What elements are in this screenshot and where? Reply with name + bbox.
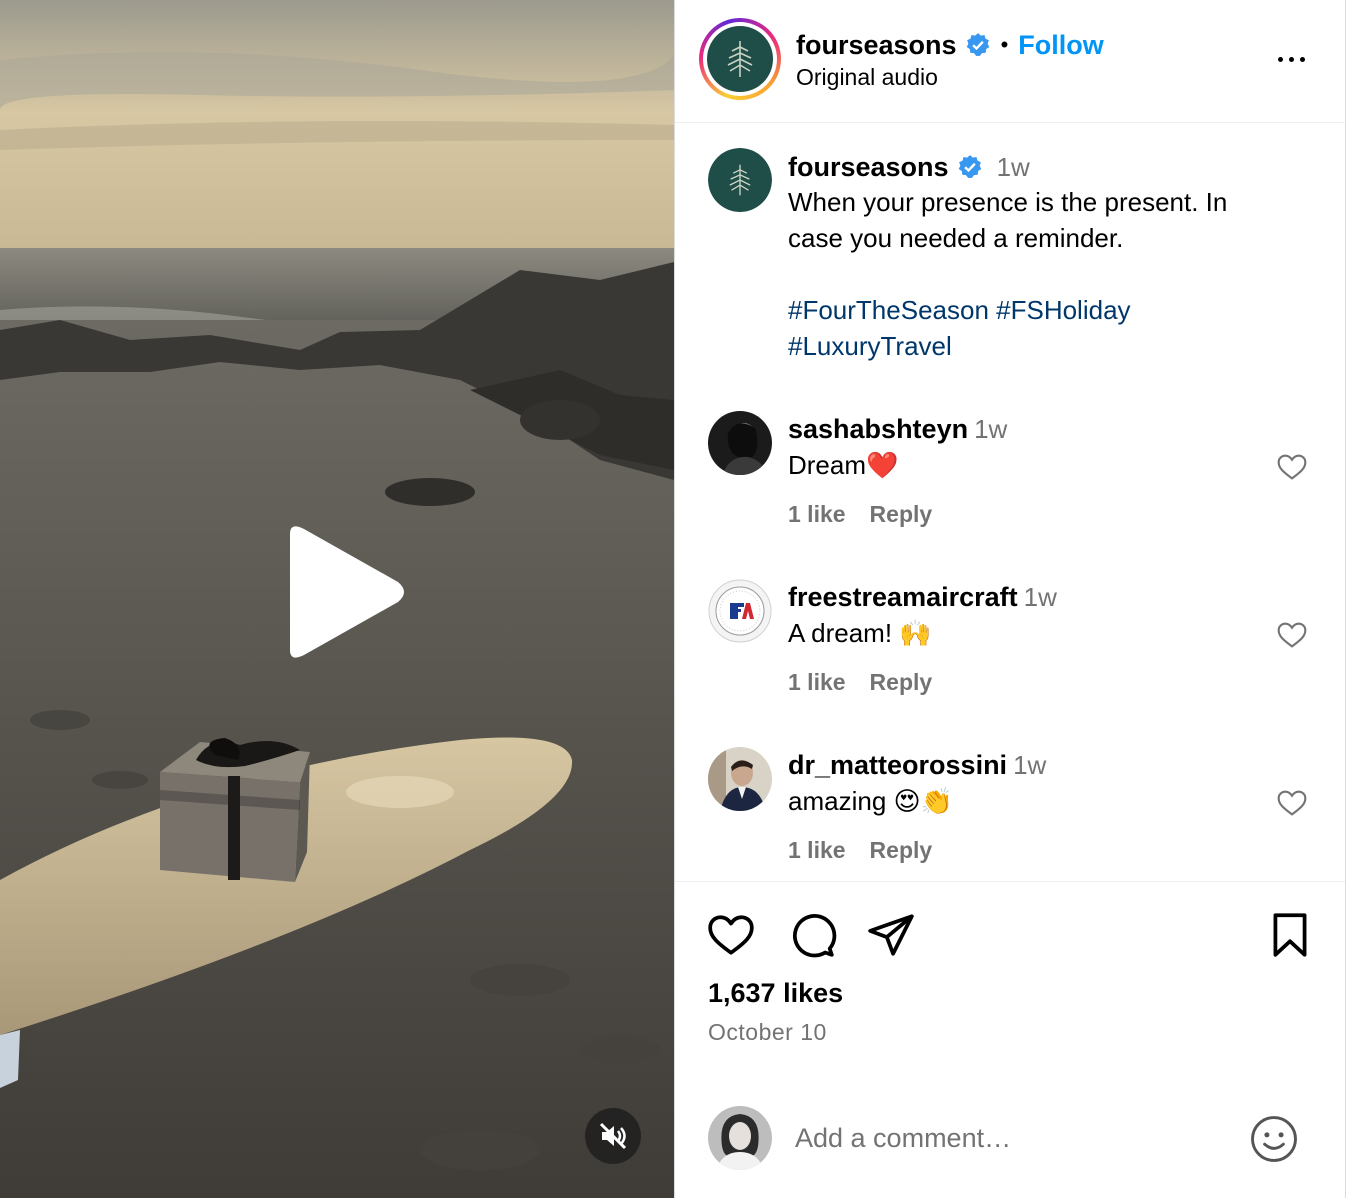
post-header: fourseasons • Follow Original audio	[675, 0, 1345, 123]
reply-button[interactable]: Reply	[870, 501, 933, 528]
more-options-button[interactable]	[1271, 46, 1311, 72]
avatar-photo	[708, 411, 772, 475]
likes-count[interactable]: 1,637 likes	[708, 978, 843, 1009]
audio-label[interactable]: Original audio	[796, 64, 938, 91]
comments-thread[interactable]: fourseasons 1w When your presence is the…	[675, 124, 1345, 881]
caption-time[interactable]: 1w	[997, 152, 1030, 183]
emoji-button[interactable]	[1249, 1114, 1299, 1164]
reply-button[interactable]: Reply	[870, 837, 933, 864]
post-actions: 1,637 likes October 10	[675, 881, 1345, 1198]
four-seasons-logo-icon	[727, 41, 753, 77]
commenter-avatar[interactable]	[708, 411, 772, 475]
heart-icon	[708, 915, 754, 955]
comment-meta: 1 like Reply	[788, 501, 1268, 528]
play-button[interactable]	[276, 524, 408, 660]
reply-button[interactable]: Reply	[870, 669, 933, 696]
account-avatar[interactable]	[699, 18, 781, 100]
comment-time[interactable]: 1w	[1013, 750, 1046, 781]
comment-text: amazing 😍👏	[788, 786, 953, 816]
post-date[interactable]: October 10	[708, 1019, 827, 1046]
comment: dr_matteorossini 1w amazing 😍👏 1 like Re…	[708, 747, 1328, 881]
caption-body: fourseasons 1w When your presence is the…	[788, 150, 1268, 364]
header-separator: •	[1000, 32, 1009, 57]
avatar-photo	[708, 1106, 772, 1170]
comment-time[interactable]: 1w	[974, 414, 1007, 445]
heart-icon	[1277, 454, 1307, 480]
comment-icon	[793, 914, 837, 958]
freestream-logo-icon	[708, 579, 772, 643]
like-comment-button[interactable]	[1276, 619, 1308, 651]
video-player[interactable]	[0, 0, 674, 1198]
avatar-photo	[708, 747, 772, 811]
hashtag-link[interactable]: #FourTheSeason	[788, 295, 989, 325]
comment: sashabshteyn 1w Dream❤️ 1 like Reply	[708, 411, 1328, 551]
comment-username[interactable]: freestreamaircraft	[788, 582, 1018, 613]
comment-time[interactable]: 1w	[1024, 582, 1057, 613]
post-details-panel: fourseasons • Follow Original audio four…	[674, 0, 1346, 1198]
comment-body: sashabshteyn 1w Dream❤️ 1 like Reply	[788, 411, 1268, 528]
bookmark-icon	[1273, 913, 1307, 957]
heart-icon	[1277, 622, 1307, 648]
add-comment-bar	[675, 1092, 1345, 1198]
comment-likes[interactable]: 1 like	[788, 501, 846, 528]
more-icon	[1277, 56, 1305, 62]
like-button[interactable]	[706, 910, 756, 960]
comment-likes[interactable]: 1 like	[788, 669, 846, 696]
share-button[interactable]	[866, 910, 916, 960]
comment-meta: 1 like Reply	[788, 669, 1268, 696]
comment-likes[interactable]: 1 like	[788, 837, 846, 864]
like-comment-button[interactable]	[1276, 787, 1308, 819]
emoji-icon	[1251, 1116, 1297, 1162]
comment-input[interactable]	[795, 1116, 1225, 1160]
heart-icon	[1277, 790, 1307, 816]
comment-meta: 1 like Reply	[788, 837, 1268, 864]
current-user-avatar[interactable]	[708, 1106, 772, 1170]
caption-avatar[interactable]	[708, 148, 772, 212]
comment-body: freestreamaircraft 1w A dream! 🙌 1 like …	[788, 579, 1268, 696]
save-button[interactable]	[1265, 910, 1315, 960]
caption-username[interactable]: fourseasons	[788, 152, 949, 183]
caption-text: When your presence is the present. In ca…	[788, 187, 1228, 253]
comment-button[interactable]	[787, 910, 837, 960]
verified-icon	[966, 33, 989, 57]
share-icon	[868, 914, 914, 956]
caption-hashtags: #FourTheSeason #FSHoliday #LuxuryTravel	[788, 292, 1268, 364]
commenter-avatar[interactable]	[708, 579, 772, 643]
comment-username[interactable]: dr_matteorossini	[788, 750, 1007, 781]
four-seasons-logo-icon	[729, 164, 751, 196]
like-comment-button[interactable]	[1276, 451, 1308, 483]
header-account-line: fourseasons • Follow	[796, 28, 1104, 62]
mute-button[interactable]	[585, 1108, 641, 1164]
hashtag-link[interactable]: #LuxuryTravel	[788, 331, 952, 361]
mute-icon	[599, 1122, 627, 1150]
hashtag-link[interactable]: #FSHoliday	[996, 295, 1130, 325]
verified-icon	[958, 155, 981, 179]
play-icon	[290, 526, 404, 658]
follow-button[interactable]: Follow	[1018, 30, 1103, 61]
comment-text: Dream❤️	[788, 450, 899, 480]
comment-text: A dream! 🙌	[788, 618, 932, 648]
comment-body: dr_matteorossini 1w amazing 😍👏 1 like Re…	[788, 747, 1268, 864]
comment-username[interactable]: sashabshteyn	[788, 414, 968, 445]
comment: freestreamaircraft 1w A dream! 🙌 1 like …	[708, 579, 1328, 719]
account-username[interactable]: fourseasons	[796, 30, 957, 61]
commenter-avatar[interactable]	[708, 747, 772, 811]
